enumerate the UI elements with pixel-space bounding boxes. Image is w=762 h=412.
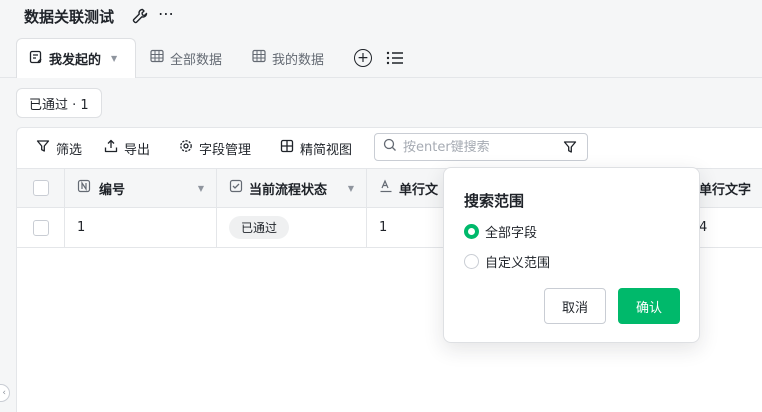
field-management-button[interactable]: 字段管理	[179, 137, 251, 159]
filter-button[interactable]: 筛选	[36, 137, 82, 159]
search-box[interactable]	[374, 133, 588, 161]
row-checkbox[interactable]	[32, 219, 49, 236]
column-header-id[interactable]: 编号 ▼	[65, 169, 217, 207]
caret-down-icon[interactable]: ▼	[348, 184, 354, 193]
filter-label: 筛选	[56, 142, 83, 158]
search-scope-funnel-icon[interactable]	[563, 140, 577, 158]
caret-down-icon[interactable]: ▼	[111, 54, 117, 63]
status-filter-chip[interactable]: 已通过 · 1	[16, 88, 102, 118]
option-label: 全部字段	[485, 226, 538, 241]
status-badge: 已通过	[229, 216, 290, 239]
radio-unselected[interactable]	[464, 254, 479, 269]
wrench-icon[interactable]	[132, 8, 148, 28]
gear-icon	[179, 139, 193, 157]
row-select-cell	[17, 208, 65, 247]
number-field-icon	[77, 179, 91, 197]
confirm-button[interactable]: 确认	[618, 288, 680, 324]
search-scope-popover: 搜索范围 全部字段 自定义范围 取消 确认	[443, 167, 700, 343]
option-label: 自定义范围	[485, 256, 551, 271]
form-edit-icon	[29, 50, 43, 68]
compact-view-button[interactable]: 精简视图	[280, 137, 352, 159]
column-header-label: 编号	[99, 182, 126, 198]
grid-icon	[280, 139, 294, 157]
cell-status[interactable]: 已通过	[217, 208, 367, 247]
search-icon	[383, 138, 397, 156]
export-button[interactable]: 导出	[104, 137, 150, 159]
list-icon[interactable]	[386, 50, 404, 70]
cancel-button[interactable]: 取消	[544, 288, 606, 324]
tab-label: 我发起的	[49, 53, 102, 68]
tab-label: 全部数据	[170, 52, 223, 68]
sidebar-collapse-icon[interactable]: ‹	[0, 384, 10, 402]
table-icon	[150, 49, 164, 67]
popover-title: 搜索范围	[464, 192, 525, 210]
column-header-label: 单行文	[399, 182, 439, 198]
select-all-checkbox[interactable]	[32, 180, 49, 196]
search-input[interactable]	[403, 139, 553, 155]
checkbox-field-icon	[229, 179, 243, 197]
funnel-icon	[36, 139, 50, 157]
cell-id[interactable]: 1	[65, 208, 217, 247]
fields-label: 字段管理	[199, 142, 252, 158]
text-field-icon	[379, 179, 393, 197]
export-icon	[104, 139, 118, 157]
tab-all-data[interactable]: 全部数据	[150, 38, 222, 78]
compact-view-label: 精简视图	[300, 142, 353, 158]
export-label: 导出	[124, 142, 151, 158]
column-header-status[interactable]: 当前流程状态 ▼	[217, 169, 367, 207]
caret-down-icon[interactable]: ▼	[198, 184, 204, 193]
add-view-icon[interactable]: +	[354, 49, 372, 67]
table-icon	[252, 49, 266, 67]
scope-option-custom[interactable]: 自定义范围	[464, 252, 550, 271]
scope-option-all-fields[interactable]: 全部字段	[464, 222, 537, 241]
column-header-label: 单行文字	[699, 182, 752, 198]
more-icon[interactable]: ⋯	[158, 4, 175, 23]
radio-selected[interactable]	[464, 224, 479, 239]
tab-my-data[interactable]: 我的数据	[252, 38, 324, 78]
page-title: 数据关联测试	[24, 8, 115, 26]
column-header-label: 当前流程状态	[249, 182, 328, 198]
tab-label: 我的数据	[272, 52, 325, 68]
select-all-cell	[17, 169, 65, 207]
tab-my-initiated[interactable]: 我发起的 ▼	[16, 38, 136, 78]
